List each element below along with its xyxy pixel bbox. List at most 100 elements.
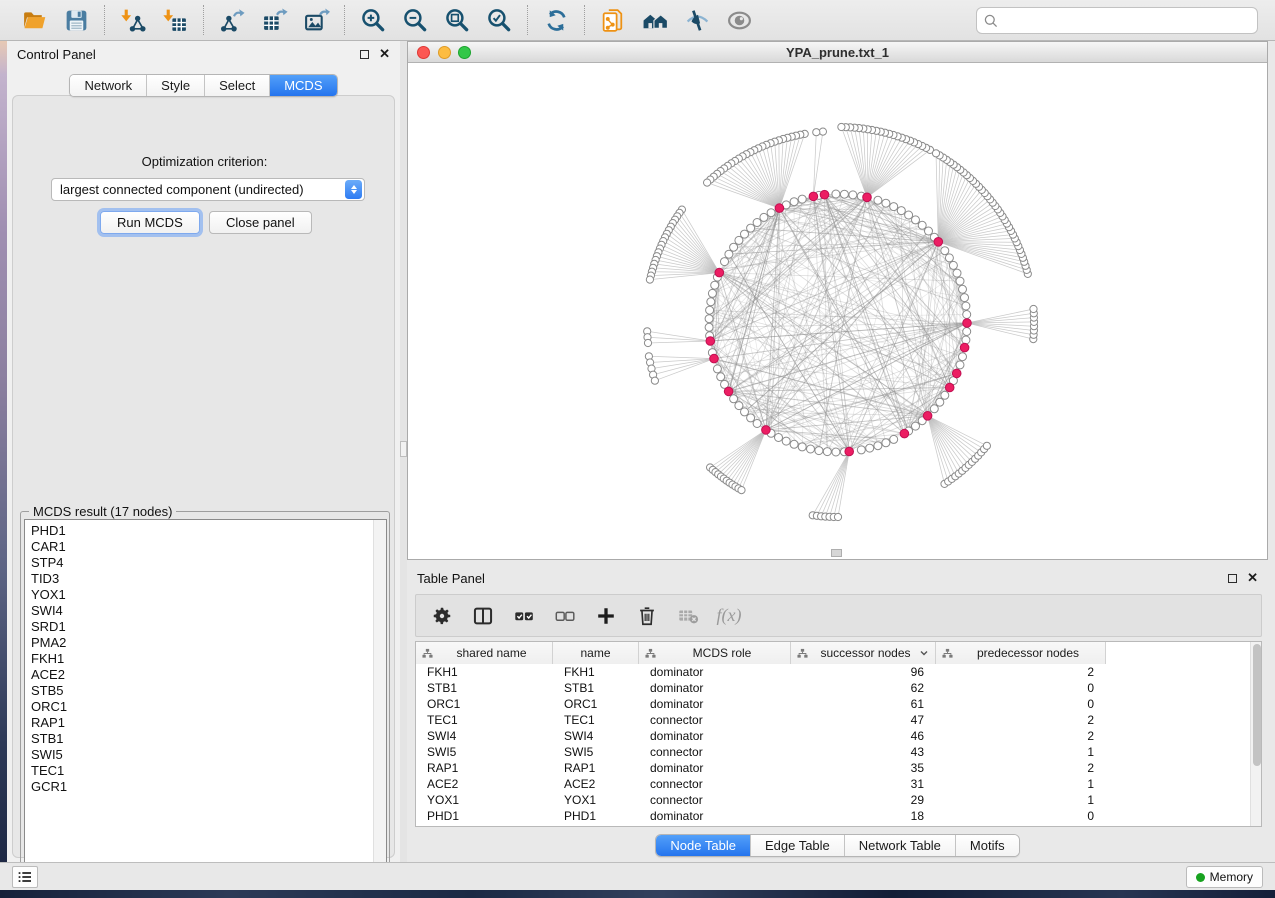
close-panel-button[interactable]: Close panel bbox=[209, 211, 312, 234]
graph-node[interactable] bbox=[738, 487, 745, 494]
cell-mcds-role[interactable]: connector bbox=[639, 744, 791, 760]
graph-node[interactable] bbox=[790, 198, 798, 206]
network-document-share-icon[interactable] bbox=[597, 4, 629, 36]
mcds-result-item[interactable]: RAP1 bbox=[25, 715, 373, 731]
mcds-result-item[interactable]: PMA2 bbox=[25, 635, 373, 651]
cell-predecessor-nodes[interactable]: 1 bbox=[936, 744, 1106, 760]
cell-shared-name[interactable]: SWI5 bbox=[416, 744, 553, 760]
graph-node[interactable] bbox=[798, 195, 806, 203]
cell-mcds-role[interactable]: dominator bbox=[639, 808, 791, 824]
graph-node[interactable] bbox=[941, 391, 949, 399]
criterion-select[interactable]: largest connected component (undirected) bbox=[51, 178, 365, 201]
table-scrollbar-thumb[interactable] bbox=[1253, 644, 1261, 766]
graph-hub-node[interactable] bbox=[710, 354, 719, 363]
float-window-icon[interactable] bbox=[1228, 574, 1237, 583]
cell-predecessor-nodes[interactable]: 2 bbox=[936, 760, 1106, 776]
mcds-list-scrollbar[interactable] bbox=[373, 520, 386, 877]
mcds-result-item[interactable]: SWI4 bbox=[25, 603, 373, 619]
zoom-fit-icon[interactable] bbox=[441, 4, 473, 36]
graph-hub-node[interactable] bbox=[900, 429, 909, 438]
graph-hub-node[interactable] bbox=[923, 412, 932, 421]
graph-node[interactable] bbox=[983, 442, 990, 449]
table-row[interactable]: SWI4SWI4dominator462 bbox=[416, 728, 1252, 744]
graph-node[interactable] bbox=[705, 323, 713, 331]
network-canvas[interactable] bbox=[408, 63, 1267, 559]
tab-mcds[interactable]: MCDS bbox=[270, 75, 336, 96]
memory-button[interactable]: Memory bbox=[1186, 866, 1263, 888]
cell-name[interactable]: STB1 bbox=[553, 680, 639, 696]
cell-mcds-role[interactable]: dominator bbox=[639, 696, 791, 712]
graph-node[interactable] bbox=[1030, 305, 1037, 312]
cell-successor-nodes[interactable]: 96 bbox=[791, 664, 936, 680]
refresh-icon[interactable] bbox=[540, 4, 572, 36]
graph-node[interactable] bbox=[721, 258, 729, 266]
graph-hub-node[interactable] bbox=[963, 319, 972, 328]
graph-node[interactable] bbox=[807, 445, 815, 453]
cell-predecessor-nodes[interactable]: 2 bbox=[936, 712, 1106, 728]
graph-node[interactable] bbox=[646, 276, 653, 283]
graph-hub-node[interactable] bbox=[762, 426, 771, 435]
mcds-result-item[interactable]: CAR1 bbox=[25, 539, 373, 555]
graph-node[interactable] bbox=[959, 285, 967, 293]
graph-node[interactable] bbox=[735, 236, 743, 244]
graph-hub-node[interactable] bbox=[809, 192, 818, 201]
cell-shared-name[interactable]: ORC1 bbox=[416, 696, 553, 712]
cell-successor-nodes[interactable]: 62 bbox=[791, 680, 936, 696]
graph-hub-node[interactable] bbox=[934, 238, 943, 247]
graph-node[interactable] bbox=[798, 443, 806, 451]
cell-successor-nodes[interactable]: 31 bbox=[791, 776, 936, 792]
graph-node[interactable] bbox=[711, 281, 719, 289]
cell-successor-nodes[interactable]: 46 bbox=[791, 728, 936, 744]
graph-node[interactable] bbox=[790, 440, 798, 448]
mcds-result-item[interactable]: TEC1 bbox=[25, 763, 373, 779]
table-row[interactable]: PHD1PHD1dominator180 bbox=[416, 808, 1252, 824]
select-all-columns-icon[interactable] bbox=[512, 604, 536, 628]
splitter-grip[interactable] bbox=[400, 441, 407, 457]
save-session-icon[interactable] bbox=[60, 4, 92, 36]
table-scrollbar[interactable] bbox=[1250, 642, 1261, 826]
cell-name[interactable]: RAP1 bbox=[553, 760, 639, 776]
graph-node[interactable] bbox=[704, 179, 711, 186]
graph-node[interactable] bbox=[730, 395, 738, 403]
mcds-result-item[interactable]: ORC1 bbox=[25, 699, 373, 715]
graph-node[interactable] bbox=[707, 298, 715, 306]
cell-predecessor-nodes[interactable]: 2 bbox=[936, 728, 1106, 744]
graph-node[interactable] bbox=[644, 339, 651, 346]
graph-node[interactable] bbox=[747, 414, 755, 422]
traffic-light-minimize[interactable] bbox=[438, 46, 451, 59]
graph-node[interactable] bbox=[815, 447, 823, 455]
graph-node[interactable] bbox=[905, 211, 913, 219]
graph-node[interactable] bbox=[890, 203, 898, 211]
graph-node[interactable] bbox=[963, 328, 971, 336]
traffic-light-close[interactable] bbox=[417, 46, 430, 59]
cell-predecessor-nodes[interactable]: 1 bbox=[936, 792, 1106, 808]
open-file-icon[interactable] bbox=[18, 4, 50, 36]
mcds-result-item[interactable]: ACE2 bbox=[25, 667, 373, 683]
tab-node-table[interactable]: Node Table bbox=[656, 835, 751, 856]
cell-name[interactable]: TEC1 bbox=[553, 712, 639, 728]
cell-mcds-role[interactable]: connector bbox=[639, 776, 791, 792]
cell-successor-nodes[interactable]: 43 bbox=[791, 744, 936, 760]
graph-node[interactable] bbox=[912, 216, 920, 224]
mcds-result-item[interactable]: SWI5 bbox=[25, 747, 373, 763]
graph-node[interactable] bbox=[959, 353, 967, 361]
graph-node[interactable] bbox=[834, 513, 841, 520]
cell-predecessor-nodes[interactable]: 0 bbox=[936, 696, 1106, 712]
cell-name[interactable]: PHD1 bbox=[553, 808, 639, 824]
graph-node[interactable] bbox=[705, 315, 713, 323]
graph-node[interactable] bbox=[932, 150, 939, 157]
export-image-icon[interactable] bbox=[300, 4, 332, 36]
graph-hub-node[interactable] bbox=[952, 369, 961, 378]
cell-successor-nodes[interactable]: 18 bbox=[791, 808, 936, 824]
table-row[interactable]: STB1STB1dominator620 bbox=[416, 680, 1252, 696]
column-header-successor-nodes[interactable]: successor nodes bbox=[791, 642, 936, 664]
graph-node[interactable] bbox=[882, 199, 890, 207]
table-row[interactable]: ACE2ACE2connector311 bbox=[416, 776, 1252, 792]
cell-shared-name[interactable]: YOX1 bbox=[416, 792, 553, 808]
tab-network[interactable]: Network bbox=[70, 75, 147, 96]
graph-node[interactable] bbox=[956, 361, 964, 369]
graph-node[interactable] bbox=[651, 377, 658, 384]
tab-style[interactable]: Style bbox=[147, 75, 205, 96]
table-settings-gear-icon[interactable] bbox=[430, 604, 454, 628]
graph-hub-node[interactable] bbox=[863, 193, 872, 202]
